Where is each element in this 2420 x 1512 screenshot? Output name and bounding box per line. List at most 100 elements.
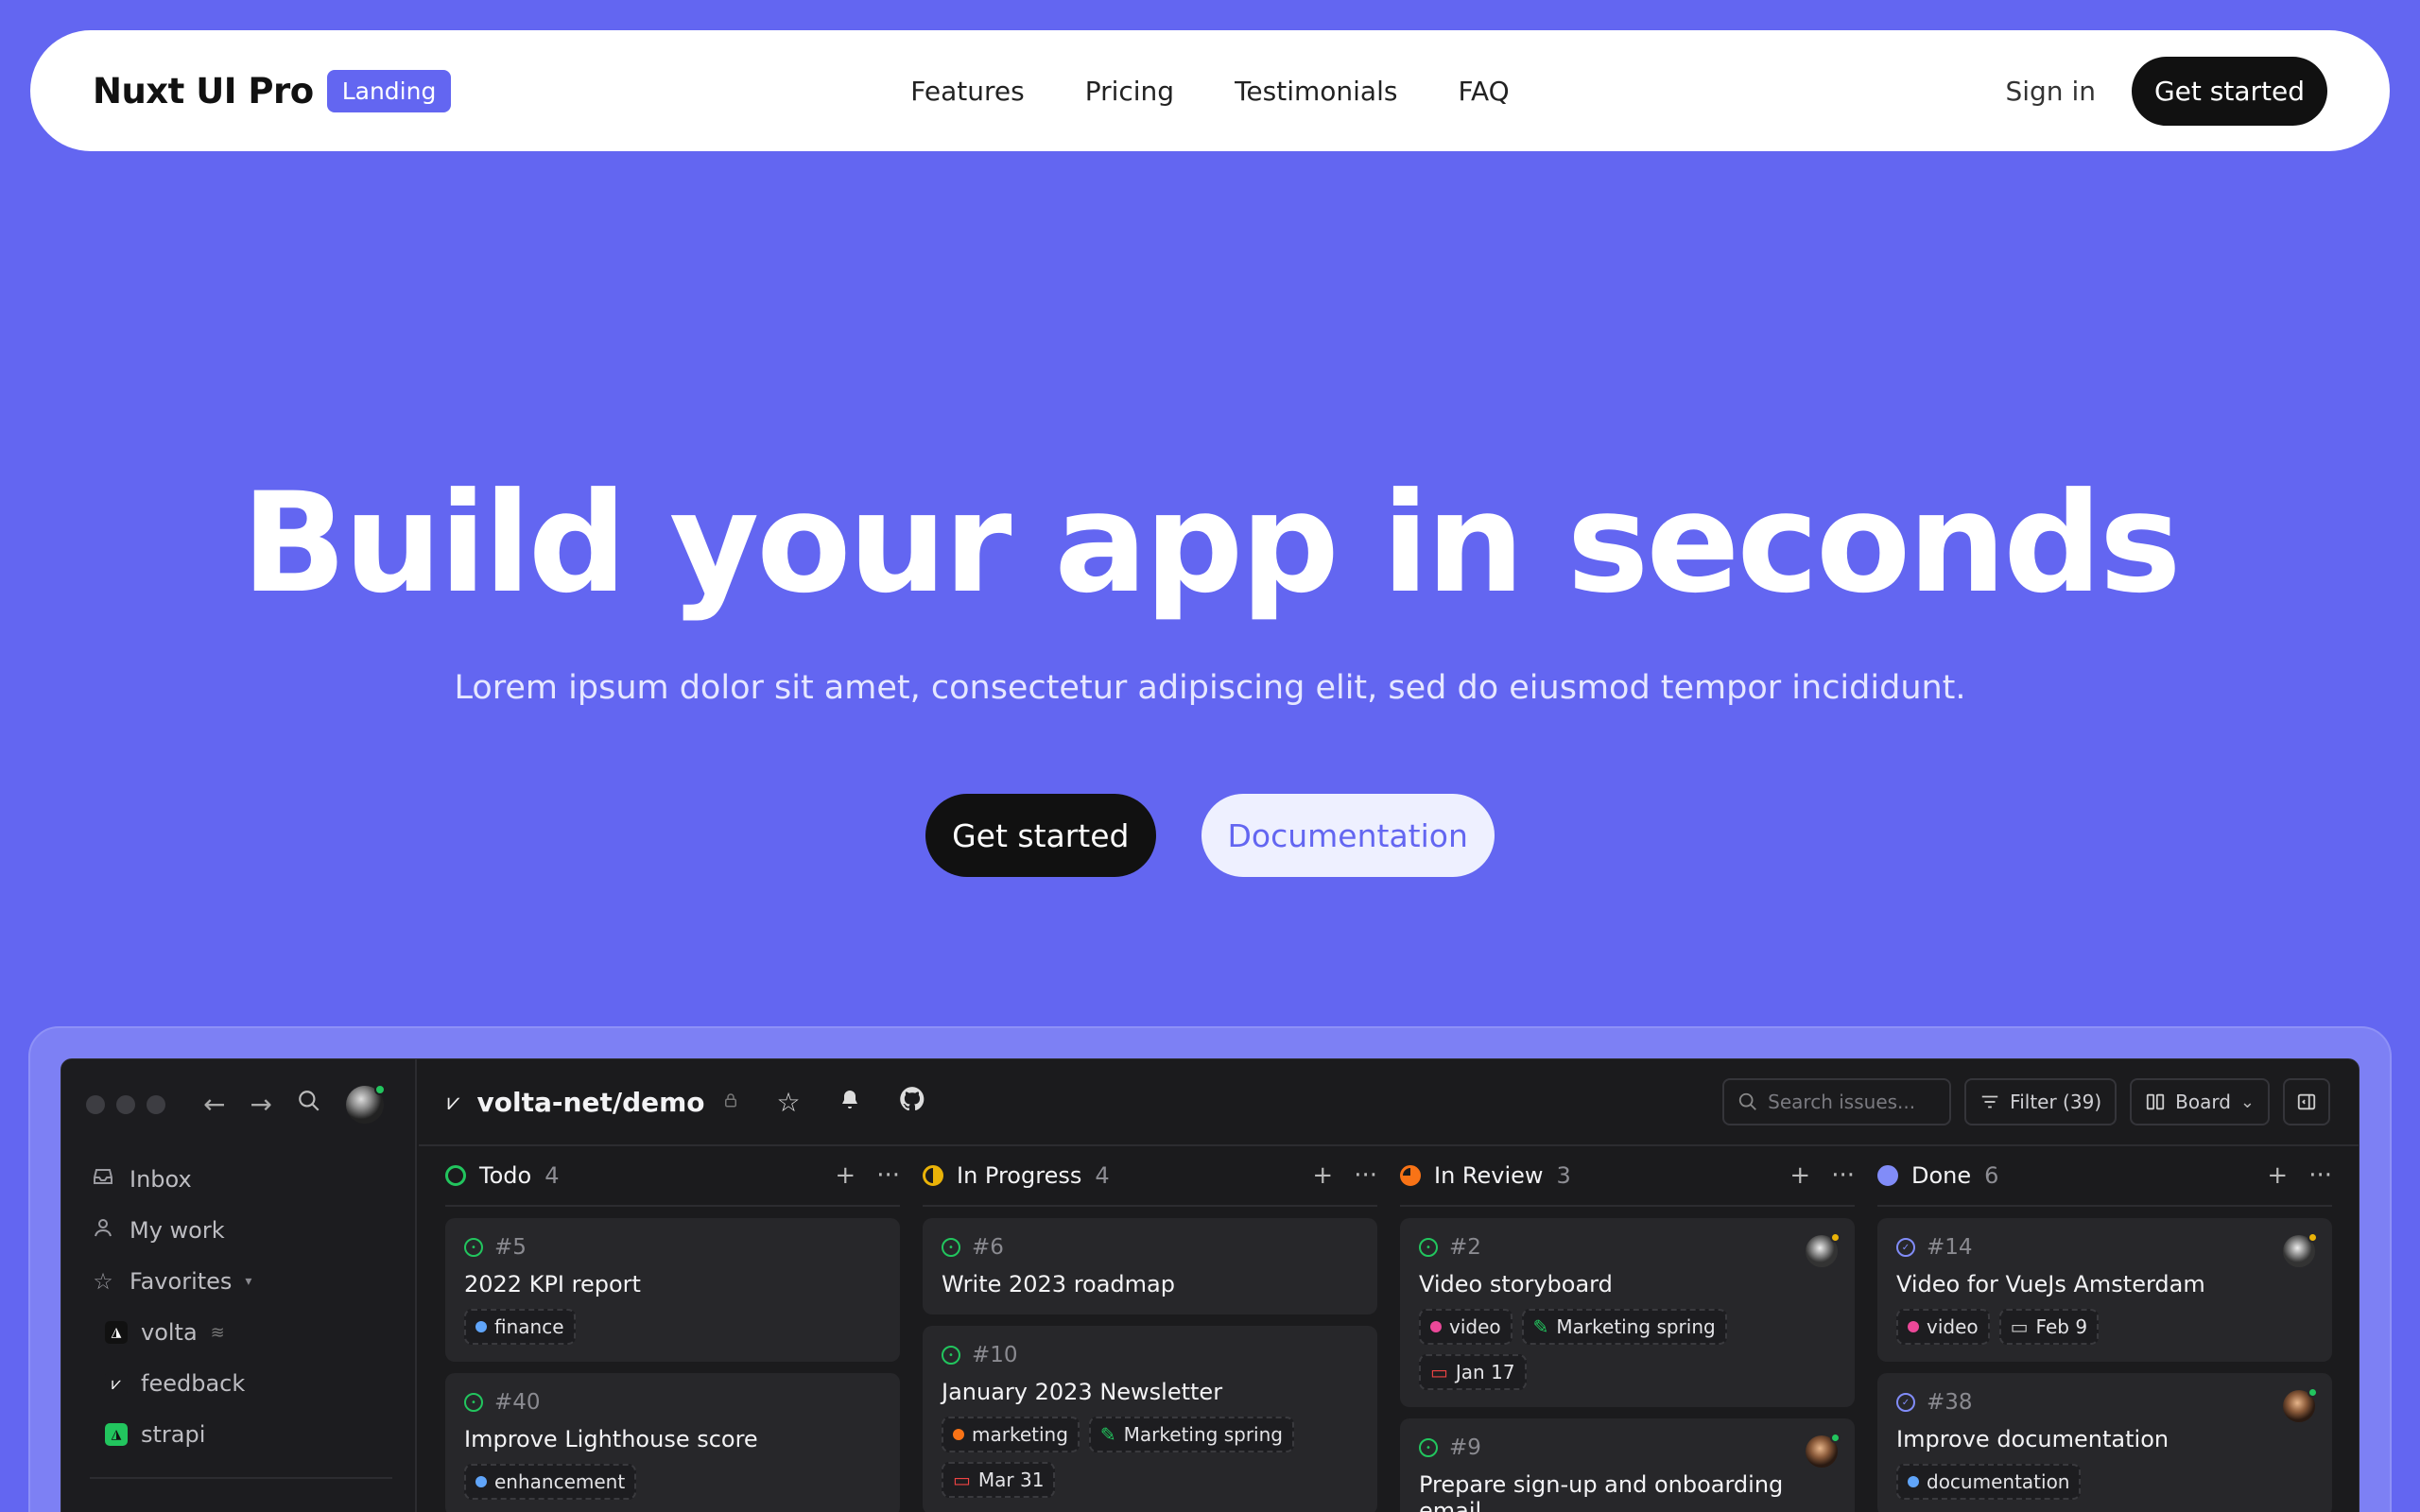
issue-card[interactable]: ✓ #14 Video for VueJs Amsterdam video ▭ Feb 9 [1877,1218,2332,1362]
brand[interactable]: Nuxt UI Pro Landing [93,69,452,112]
brand-name[interactable]: Nuxt UI Pro [93,71,314,112]
filter-icon [1981,1095,1998,1108]
issue-tag[interactable]: finance [464,1309,576,1345]
column-header: Todo 4 + ··· [445,1146,900,1207]
sign-in-link[interactable]: Sign in [2005,76,2096,107]
tag-color-dot [475,1321,487,1332]
due-date[interactable]: ▭ Mar 31 [942,1462,1056,1498]
sidebar-item-feedback[interactable]: ⩗ feedback [90,1358,392,1409]
due-date[interactable]: ▭ Feb 9 [1998,1309,2100,1345]
more-icon[interactable]: ··· [2308,1161,2332,1190]
board-toolbar: Search issues... Filter (39) Board ⌄ [1722,1078,2330,1125]
view-select[interactable]: Board ⌄ [2130,1078,2270,1125]
issue-card[interactable]: • #5 2022 KPI report finance [445,1218,900,1362]
github-icon[interactable] [899,1086,925,1119]
issue-tag[interactable]: marketing [942,1417,1080,1452]
tag-label: Marketing spring [1556,1315,1716,1338]
app-preview: ← → Inbox My work ☆ Favorites ▾ ◮ volta … [60,1058,2360,1512]
due-date[interactable]: ▭ Jan 17 [1419,1354,1527,1390]
issue-card[interactable]: • #6 Write 2023 roadmap [923,1218,1377,1314]
assignee-avatar[interactable] [1806,1433,1841,1468]
issue-tag[interactable]: enhancement [464,1464,637,1500]
issue-card[interactable]: • #2 Video storyboard video ✎ Marketing sprin… [1400,1218,1855,1407]
plus-icon[interactable]: + [1789,1161,1810,1190]
tag-label: video [1449,1315,1501,1338]
back-arrow-icon[interactable]: ← [203,1086,225,1124]
column-count: 3 [1556,1162,1571,1189]
sidebar-item-my-work[interactable]: My work [90,1205,392,1256]
nav-link-testimonials[interactable]: Testimonials [1235,76,1397,107]
nav-link-faq[interactable]: FAQ [1458,76,1509,107]
stack-icon: ≋ [210,1322,225,1343]
star-icon[interactable]: ☆ [777,1087,801,1118]
issue-title: Write 2023 roadmap [942,1271,1175,1297]
feedback-logo-icon: ⩗ [447,1089,460,1115]
column-count: 4 [1095,1162,1110,1189]
user-icon [90,1216,116,1245]
repo-name[interactable]: volta-net/demo [477,1087,705,1118]
assignee-avatar[interactable] [2283,1387,2318,1422]
brand-badge: Landing [326,69,452,112]
issue-card[interactable]: ✓ #38 Improve documentation documentation [1877,1373,2332,1512]
forward-arrow-icon[interactable]: → [250,1086,271,1124]
tag-color-dot [1908,1321,1919,1332]
due-date-label: Mar 31 [977,1469,1045,1491]
hero-get-started-button[interactable]: Get started [925,794,1156,877]
more-icon[interactable]: ··· [876,1161,900,1190]
more-icon[interactable]: ··· [1831,1161,1855,1190]
issue-id: • #9 [1419,1435,1836,1460]
filter-label: Filter (39) [2010,1091,2102,1113]
column-header: In Progress 4 + ··· [923,1146,1377,1207]
sidebar-item-volta[interactable]: ◮ volta ≋ [90,1307,392,1358]
sidebar-item-inbox[interactable]: Inbox [90,1154,392,1205]
window-minimize-dot[interactable] [116,1095,135,1114]
sidebar-item-strapi[interactable]: ◮ strapi [90,1409,392,1460]
nav-link-pricing[interactable]: Pricing [1085,76,1174,107]
bell-icon[interactable] [838,1087,861,1118]
filter-button[interactable]: Filter (39) [1964,1078,2118,1125]
column-actions: + ··· [1789,1161,1855,1190]
plus-icon[interactable]: + [835,1161,856,1190]
nav-link-features[interactable]: Features [910,76,1024,107]
issue-status-icon: • [942,1238,960,1257]
tag-label: finance [494,1315,564,1338]
user-avatar[interactable] [345,1084,386,1124]
assignee-avatar[interactable] [2283,1232,2318,1267]
issue-title: Prepare sign-up and onboarding email [1419,1471,1784,1512]
issue-title: Video storyboard [1419,1271,1613,1297]
calendar-icon: ▭ [1430,1361,1448,1383]
issue-tag[interactable]: video [1896,1309,1990,1345]
tag-color-dot [1430,1321,1442,1332]
issue-card[interactable]: • #10 January 2023 Newsletter marketing ✎ Mar… [923,1326,1377,1512]
issue-card[interactable]: • #40 Improve Lighthouse score enhancement [445,1373,900,1512]
column-header: In Review 3 + ··· [1400,1146,1855,1207]
more-icon[interactable]: ··· [1354,1161,1377,1190]
nav-get-started-button[interactable]: Get started [2131,56,2327,126]
issue-id: • #40 [464,1390,881,1415]
tag-label: Marketing spring [1123,1423,1283,1446]
column-count: 6 [1984,1162,1999,1189]
status-ring-icon [923,1165,943,1186]
issue-tag[interactable]: ✎ Marketing spring [1088,1417,1294,1452]
board-column: In Progress 4 + ··· • #6 Write 2023 roadmap • #1… [923,1146,1377,1512]
issue-tag[interactable]: ✎ Marketing spring [1521,1309,1727,1345]
issue-tag[interactable]: documentation [1896,1464,2082,1500]
search-issues-input[interactable]: Search issues... [1722,1078,1952,1125]
window-maximize-dot[interactable] [147,1095,165,1114]
assignee-avatar[interactable] [1806,1232,1841,1267]
window-close-dot[interactable] [86,1095,105,1114]
tag-label: enhancement [494,1470,626,1493]
issue-title: Improve Lighthouse score [464,1426,758,1452]
hero-documentation-button[interactable]: Documentation [1201,794,1495,877]
plus-icon[interactable]: + [2267,1161,2288,1190]
toggle-panel-button[interactable] [2283,1078,2330,1125]
plus-icon[interactable]: + [1312,1161,1333,1190]
search-icon[interactable] [297,1086,321,1124]
issue-tag[interactable]: video [1419,1309,1512,1345]
issue-status-icon: • [464,1393,483,1412]
sidebar-item-label: My work [130,1217,225,1244]
column-count: 4 [544,1162,560,1189]
column-actions: + ··· [835,1161,900,1190]
issue-card[interactable]: • #9 Prepare sign-up and onboarding email [1400,1418,1855,1512]
sidebar-item-favorites[interactable]: ☆ Favorites ▾ [90,1256,392,1307]
